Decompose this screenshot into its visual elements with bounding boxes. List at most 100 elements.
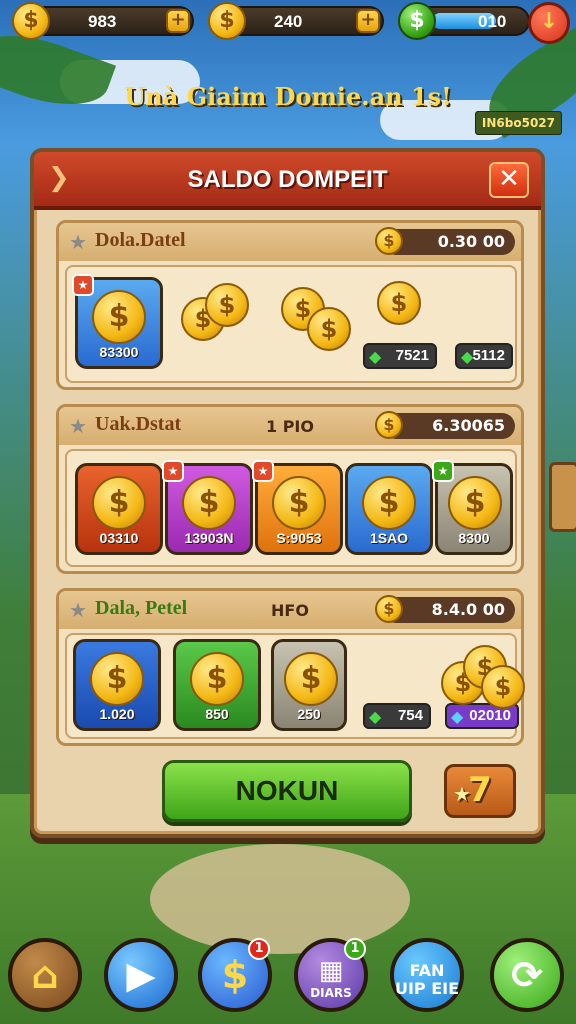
section-title: Dola.Datel	[95, 229, 186, 251]
gem-chip: ◆ 754	[363, 703, 431, 729]
coin-pack-tile[interactable]: $ 03310	[75, 463, 163, 555]
balance-value: 8.4.0 00	[431, 600, 505, 619]
coin-pack-tile[interactable]: ★ $ 13903N	[162, 460, 253, 555]
wallet-section: ★ Uak.Dstat 1 PIO $ 6.30065 $ 03310 ★ $ …	[56, 404, 524, 574]
gems-value: 240	[274, 12, 303, 31]
nav-shop[interactable]: $ 1	[198, 938, 272, 1012]
wallet-section: ★ Dala, Petel HFO $ 8.4.0 00 $ 1.020 $ 8…	[56, 588, 525, 746]
nav-caption: FAN UIP EIE	[394, 961, 460, 998]
section-header: ★ Dala, Petel HFO $ 8.4.0 00	[59, 591, 521, 629]
tile-label: 250	[297, 706, 321, 722]
section-balance: $ 8.4.0 00	[375, 595, 515, 623]
gem-icon: ◆	[451, 707, 464, 726]
coin-pile-icon: $	[205, 283, 249, 327]
coin-icon: $	[92, 290, 146, 344]
alert-icon[interactable]: ↓	[528, 2, 570, 44]
coins-counter: $ 983 +	[12, 2, 194, 40]
tile-label: S:9053	[276, 530, 322, 546]
cash-icon: $	[398, 2, 436, 40]
section-content: ★ $ 83300 $ $ $ $ $ ◆ 7521 ◆ 5112	[65, 265, 517, 383]
coin-icon: $	[92, 476, 146, 530]
coin-pack-tile[interactable]: $ 1SAO	[345, 463, 433, 555]
tile-label: 1SAO	[369, 530, 409, 546]
star-icon: ★	[453, 782, 471, 806]
energy-value: 010	[478, 12, 507, 31]
bottom-nav: ⌂ ▶ $ 1 ▦ DIARS 1 FAN UIP EIE ⟳	[0, 914, 576, 1024]
bonus-button[interactable]: ★ 7	[444, 764, 516, 818]
sale-badge: ★	[162, 460, 184, 482]
coin-pack-tile[interactable]: $ 850	[173, 639, 261, 731]
sale-badge: ★	[252, 460, 274, 482]
coin-pack-tile[interactable]: $ 250	[271, 639, 347, 731]
coin-pack-tile[interactable]: ★ $ 83300	[72, 274, 163, 369]
chip-value: 5112	[472, 347, 505, 364]
coin-pile-icon: $	[307, 307, 351, 351]
side-handle[interactable]	[549, 462, 576, 532]
coin-icon: $	[375, 595, 403, 623]
section-content: $ 03310 ★ $ 13903N ★ $ S:9053 $ 1SAO ★ $…	[65, 449, 517, 567]
close-button[interactable]: ✕	[489, 162, 529, 198]
coin-icon: $	[377, 281, 421, 325]
gems-counter: $ 240 +	[208, 2, 384, 40]
coins-value: 983	[88, 12, 117, 31]
play-icon: ▶	[126, 953, 156, 997]
coin-pack-tile[interactable]: ★ $ S:9053	[252, 460, 343, 555]
balance-value: 6.30065	[432, 416, 505, 435]
coin-stack-icon: $	[90, 652, 144, 706]
nav-play[interactable]: ▶	[104, 938, 178, 1012]
panel-title: SALDO DOMPEIT	[187, 166, 388, 193]
coin-pile-icon: $	[481, 665, 525, 709]
refresh-icon: ⟳	[511, 953, 543, 997]
nav-refresh[interactable]: ⟳	[490, 938, 564, 1012]
chip-value: 754	[397, 707, 423, 724]
tile-label: 850	[205, 706, 229, 722]
gem-icon: ◆	[461, 347, 474, 366]
headline: Unà Giaim Domie.an 1s!	[124, 82, 452, 111]
coin-icon: $	[272, 476, 326, 530]
sale-badge: ★	[432, 460, 454, 482]
nav-cards[interactable]: ▦ DIARS 1	[294, 938, 368, 1012]
add-coins-button[interactable]: +	[166, 9, 190, 33]
tile-label: 1.020	[99, 706, 135, 722]
add-gems-button[interactable]: +	[356, 9, 380, 33]
coin-icon: $	[362, 476, 416, 530]
nav-fan[interactable]: FAN UIP EIE	[390, 938, 464, 1012]
wallet-section: ★ Dola.Datel $ 0.30 00 ★ $ 83300 $ $ $ $…	[56, 220, 524, 390]
version-tag: IN6bo5027	[474, 111, 562, 135]
coin-icon: $	[12, 2, 50, 40]
panel-header: ❯ SALDO DOMPEIT ✕	[34, 152, 541, 210]
coin-icon: $	[375, 227, 403, 255]
tile-label: 8300	[458, 530, 490, 546]
nav-caption: DIARS	[310, 986, 352, 1000]
bonus-label: 7	[468, 770, 492, 810]
energy-counter: $ 010	[398, 2, 530, 40]
section-content: $ 1.020 $ 850 $ 250 ◆ 754 ◆ 02010 $ $ $	[65, 633, 525, 739]
gem-icon: ◆	[369, 707, 382, 726]
balance-value: 0.30 00	[437, 232, 505, 251]
coin-icon: $	[375, 411, 403, 439]
sale-badge: ★	[72, 274, 94, 296]
tile-label: 83300	[99, 344, 139, 360]
chip-value: 7521	[395, 347, 429, 364]
nav-home[interactable]: ⌂	[8, 938, 82, 1012]
coin-icon: $	[190, 652, 244, 706]
tile-label: 13903N	[184, 530, 234, 546]
confirm-button[interactable]: NOKUN	[162, 760, 412, 822]
chip-value: 02010	[469, 707, 511, 724]
gem-icon: ◆	[369, 347, 382, 366]
gem-chip: ◆ 7521	[363, 343, 437, 369]
home-icon: ⌂	[31, 953, 59, 997]
coin-pack-tile[interactable]: $ 1.020	[73, 639, 161, 731]
wallet-panel: ❯ SALDO DOMPEIT ✕ ★ Dola.Datel $ 0.30 00…	[30, 148, 576, 838]
coin-icon: $	[448, 476, 502, 530]
notification-badge: 1	[248, 938, 270, 960]
coin-icon: $	[182, 476, 236, 530]
coin-icon: $	[284, 652, 338, 706]
coin-pack-tile[interactable]: ★ $ 8300	[432, 460, 513, 555]
section-header: ★ Dola.Datel $ 0.30 00	[59, 223, 521, 261]
section-balance: $ 6.30065	[375, 411, 515, 439]
gem-chip: ◆ 5112	[455, 343, 513, 369]
top-bar: $ 983 + $ 240 + $ 010 ↓	[0, 0, 576, 46]
coin-icon: $	[208, 2, 246, 40]
section-header: ★ Uak.Dstat 1 PIO $ 6.30065	[59, 407, 521, 445]
